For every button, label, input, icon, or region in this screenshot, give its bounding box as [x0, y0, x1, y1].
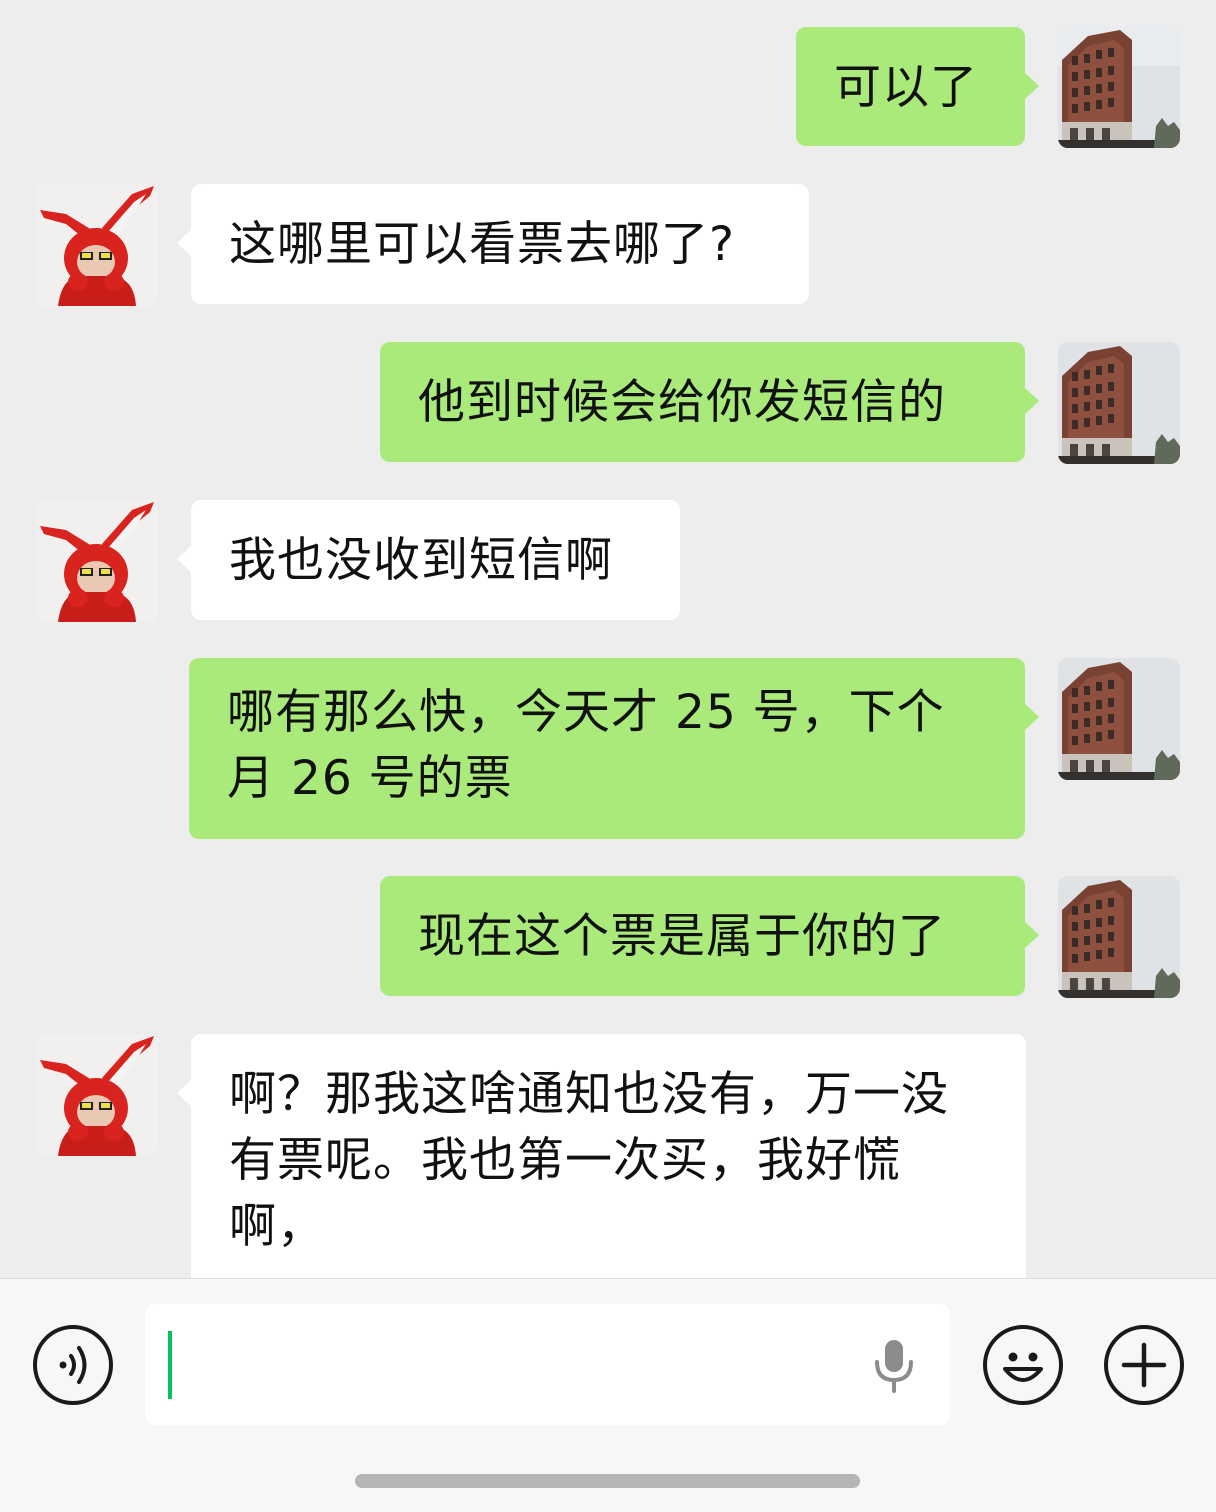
plus-icon [1121, 1342, 1167, 1388]
message-text: 可以了 [834, 60, 978, 115]
red-bunny-hood-avatar-image [36, 1034, 158, 1156]
building-photo-avatar-image [1058, 658, 1180, 780]
message-bubble-received[interactable]: 啊？那我这啥通知也没有，万一没有票呢。我也第一次买，我好慌啊， [177, 1034, 1026, 1278]
text-cursor [168, 1331, 172, 1399]
contact-avatar[interactable] [36, 500, 158, 622]
message-text: 现在这个票是属于你的了 [418, 909, 946, 964]
smiley-face-icon [1003, 1352, 1043, 1382]
message-bubble-sent[interactable]: 现在这个票是属于你的了 [380, 876, 1039, 996]
voice-waves-icon [59, 1346, 87, 1384]
message-text: 啊？那我这啥通知也没有，万一没有票呢。我也第一次买，我好慌啊， [229, 1067, 949, 1254]
message-bubble-received[interactable]: 这哪里可以看票去哪了? [177, 184, 809, 304]
message-bubble-sent[interactable]: 他到时候会给你发短信的 [380, 342, 1039, 462]
chat-message-list[interactable]: 可以了 这哪里可以看票去哪了? 他到时候会给你发短信的 我也没收到短信啊 哪有那… [0, 0, 1216, 1278]
microphone-icon[interactable] [872, 1338, 916, 1394]
red-bunny-hood-avatar-image [36, 184, 158, 306]
message-text: 我也没收到短信啊 [229, 533, 613, 588]
contact-avatar[interactable] [36, 184, 158, 306]
red-bunny-hood-avatar-image [36, 500, 158, 622]
message-input-bar [0, 1278, 1216, 1512]
more-options-button[interactable] [1104, 1325, 1184, 1405]
emoji-button[interactable] [983, 1325, 1063, 1405]
building-photo-avatar-image [1058, 342, 1180, 464]
contact-avatar[interactable] [36, 1034, 158, 1156]
message-input[interactable] [145, 1304, 950, 1425]
home-indicator[interactable] [355, 1474, 860, 1488]
message-text: 这哪里可以看票去哪了? [229, 217, 735, 272]
message-bubble-received[interactable]: 我也没收到短信啊 [177, 500, 680, 620]
message-text: 哪有那么快，今天才 25 号，下个月 26 号的票 [227, 685, 945, 806]
message-bubble-sent[interactable]: 可以了 [796, 27, 1039, 146]
message-text: 他到时候会给你发短信的 [418, 375, 946, 430]
building-photo-avatar-image [1058, 26, 1180, 148]
voice-toggle-button[interactable] [33, 1325, 113, 1405]
my-avatar[interactable] [1058, 658, 1180, 780]
message-bubble-sent[interactable]: 哪有那么快，今天才 25 号，下个月 26 号的票 [189, 658, 1039, 839]
building-photo-avatar-image [1058, 876, 1180, 998]
my-avatar[interactable] [1058, 26, 1180, 148]
my-avatar[interactable] [1058, 342, 1180, 464]
my-avatar[interactable] [1058, 876, 1180, 998]
